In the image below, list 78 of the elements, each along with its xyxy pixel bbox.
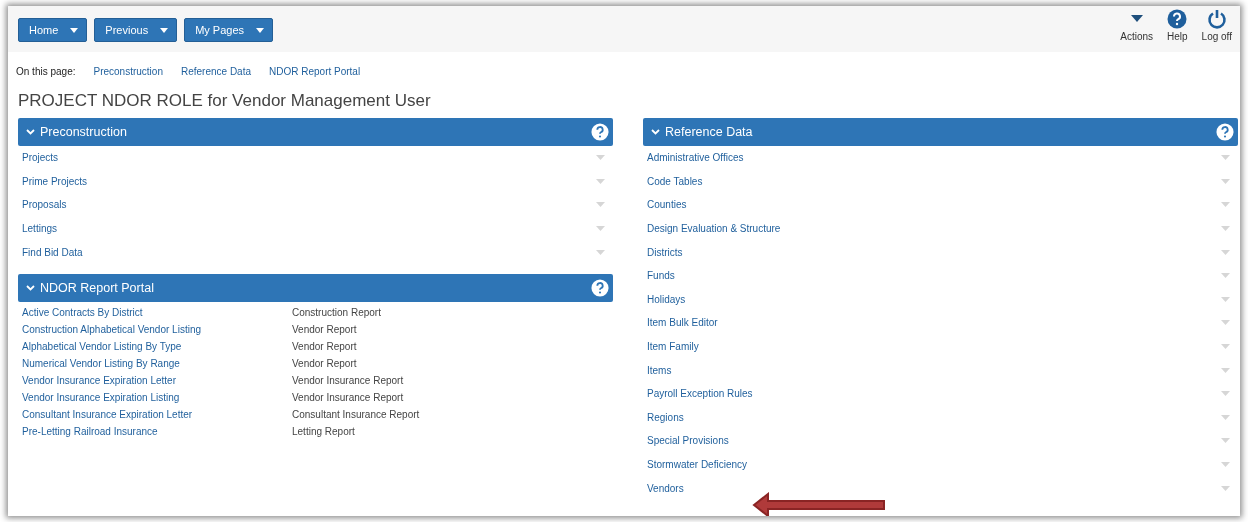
anchor-link[interactable]: Reference Data (180, 66, 251, 77)
caret-icon (70, 27, 79, 33)
list-link[interactable]: Vendors (647, 482, 684, 494)
report-type: Vendor Report (292, 322, 358, 337)
list-link[interactable]: Proposals (22, 199, 67, 211)
list-link[interactable]: Item Family (647, 341, 699, 353)
caret-icon[interactable] (1221, 226, 1230, 232)
anchor-link[interactable]: NDOR Report Portal (269, 66, 361, 77)
caret-icon[interactable] (596, 226, 605, 232)
caret-icon[interactable] (1221, 344, 1230, 350)
report-type: Consultant Insurance Report (292, 407, 421, 422)
report-link[interactable]: Alphabetical Vendor Listing By Type (22, 337, 292, 355)
anchor-link[interactable]: Preconstruction (93, 66, 163, 77)
report-type: Vendor Report (292, 356, 358, 371)
caret-icon[interactable] (1221, 485, 1230, 491)
list-link[interactable]: Special Provisions (647, 435, 729, 447)
list-link[interactable]: Counties (647, 199, 687, 211)
caret-icon[interactable] (1221, 178, 1230, 184)
caret-icon[interactable] (1221, 296, 1230, 302)
help-icon (1167, 9, 1188, 29)
report-type: Construction Report (292, 305, 382, 320)
list-link[interactable]: Regions (647, 411, 684, 423)
list-link[interactable]: Prime Projects (22, 175, 87, 187)
caret-icon[interactable] (596, 249, 605, 255)
caret-icon (160, 27, 169, 33)
caret-icon[interactable] (1221, 367, 1230, 373)
caret-icon (256, 27, 265, 33)
list-link[interactable]: Item Bulk Editor (647, 317, 718, 329)
report-link[interactable]: Vendor Insurance Expiration Letter (22, 371, 292, 389)
caret-icon[interactable] (1221, 391, 1230, 397)
list-link[interactable]: Stormwater Deficiency (647, 459, 748, 470)
report-type: Vendor Report (292, 339, 358, 354)
report-type: Vendor Insurance Report (292, 373, 405, 388)
list-link[interactable]: Funds (647, 270, 675, 282)
on-this-page-label: On this page: (16, 66, 76, 77)
report-type: Vendor Insurance Report (292, 390, 405, 405)
help-icon (1216, 123, 1234, 141)
list-link[interactable]: Lettings (22, 223, 58, 235)
list-link[interactable]: Payroll Exception Rules (647, 388, 753, 400)
panel-header[interactable]: NDOR Report Portal (18, 273, 613, 302)
report-link[interactable]: Consultant Insurance Expiration Letter (22, 405, 292, 423)
list-link[interactable]: Find Bid Data (22, 246, 83, 258)
report-link[interactable]: Active Contracts By District (22, 303, 292, 321)
list-link[interactable]: Holidays (647, 293, 686, 305)
list-link[interactable]: Districts (647, 246, 683, 258)
caret-icon[interactable] (596, 155, 605, 161)
report-link[interactable]: Numerical Vendor Listing By Range (22, 354, 292, 372)
report-type: Letting Report (292, 424, 356, 439)
list-link[interactable]: Items (647, 364, 672, 376)
nav-button[interactable]: Home (18, 18, 88, 42)
help-icon (591, 278, 609, 297)
nav-button[interactable]: My Pages (184, 18, 274, 42)
power-icon (1206, 9, 1227, 29)
report-link[interactable]: Pre-Letting Railroad Insurance (22, 422, 292, 440)
panel-header[interactable]: Preconstruction (18, 118, 613, 146)
action-button[interactable]: Help (1165, 9, 1190, 42)
list-link[interactable]: Administrative Offices (647, 152, 744, 164)
caret-icon[interactable] (1221, 462, 1230, 467)
report-link[interactable]: Construction Alphabetical Vendor Listing (22, 320, 292, 338)
caret-icon[interactable] (1221, 249, 1230, 255)
action-button[interactable]: Actions (1118, 9, 1155, 42)
caret-icon[interactable] (1221, 273, 1230, 279)
caret-icon[interactable] (596, 202, 605, 208)
list-link[interactable]: Projects (22, 152, 59, 164)
report-link[interactable]: Vendor Insurance Expiration Listing (22, 388, 292, 406)
panel-header[interactable]: Reference Data (643, 118, 1238, 146)
caret-icon[interactable] (1221, 202, 1230, 208)
caret-icon[interactable] (1221, 320, 1230, 326)
nav-button[interactable]: Previous (94, 18, 178, 42)
caret-icon[interactable] (1221, 414, 1230, 420)
caret-icon[interactable] (1221, 155, 1230, 161)
caret-icon[interactable] (1221, 438, 1230, 444)
help-icon (591, 123, 609, 141)
list-link[interactable]: Code Tables (647, 175, 703, 187)
action-button[interactable]: Log off (1199, 9, 1234, 42)
page-title: PROJECT NDOR ROLE for Vendor Management User (18, 91, 432, 111)
list-link[interactable]: Design Evaluation & Structure (647, 223, 781, 235)
caret-icon[interactable] (596, 178, 605, 184)
